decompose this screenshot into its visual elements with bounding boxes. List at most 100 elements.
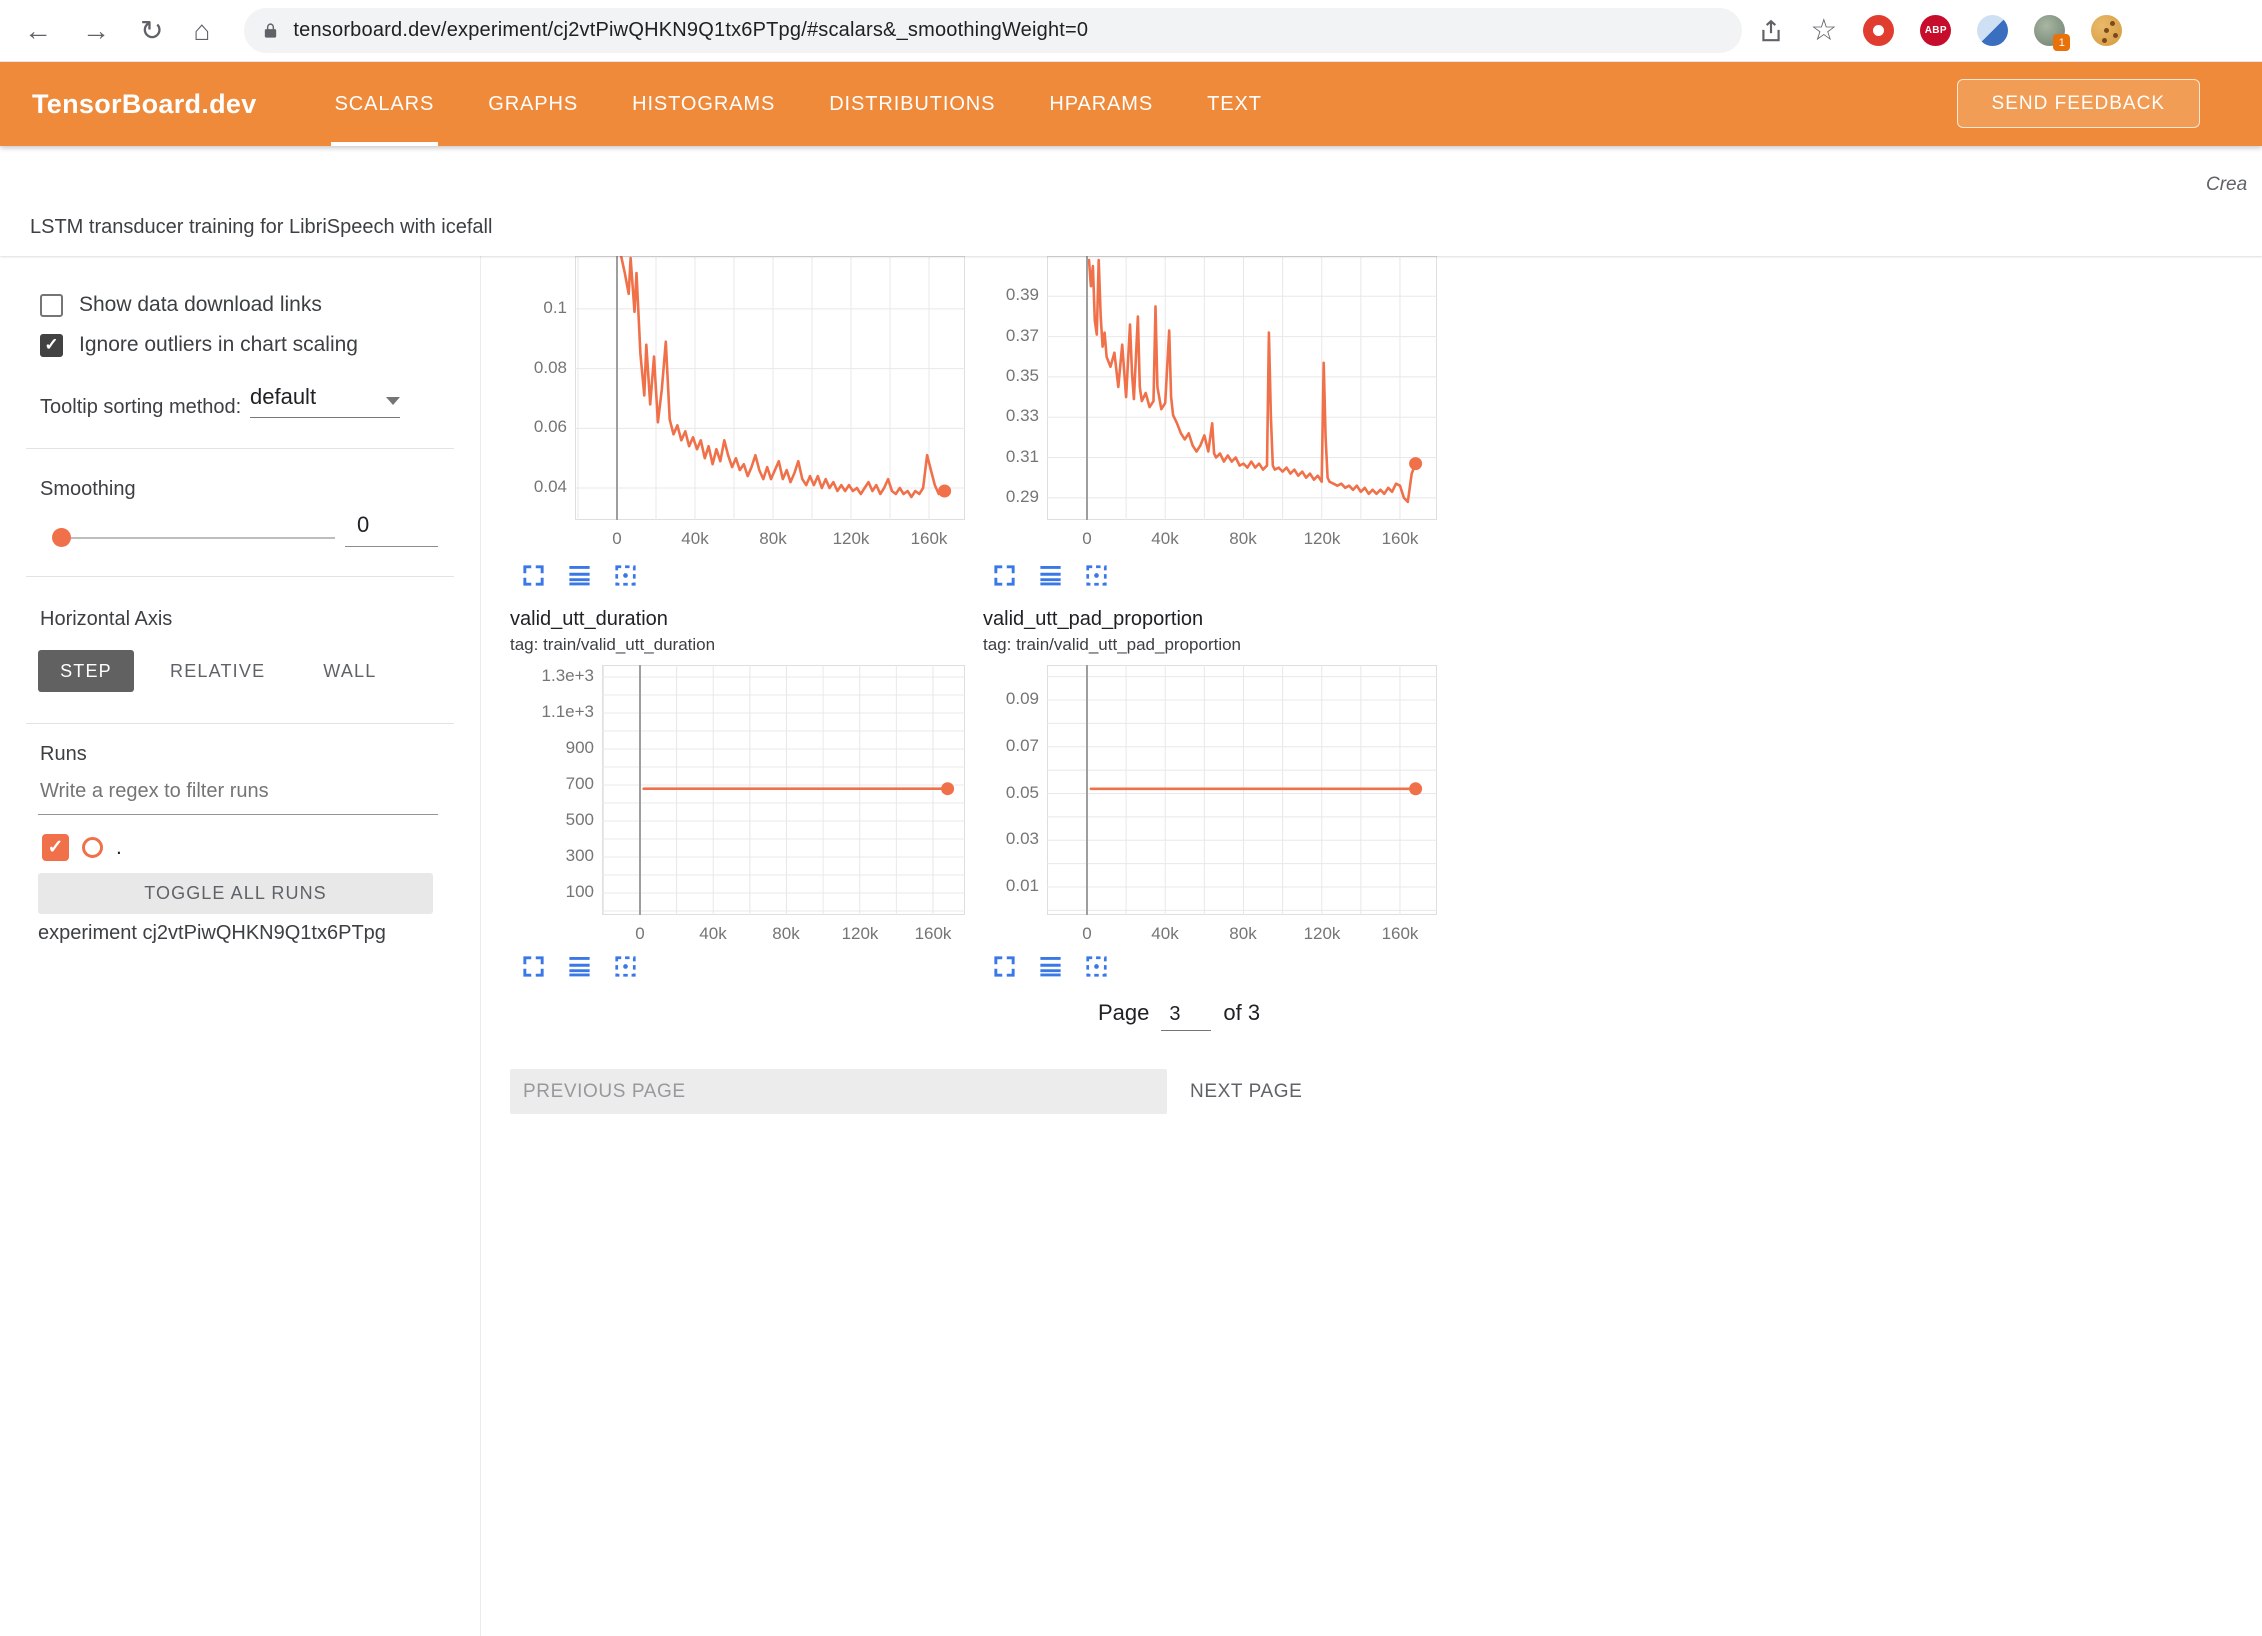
scalar-chart-plot[interactable]: 0.040.060.080.1040k80k120k160k bbox=[575, 256, 965, 520]
y-tick-label: 900 bbox=[516, 738, 594, 758]
fit-domain-button[interactable] bbox=[1083, 562, 1110, 589]
x-tick-label: 160k bbox=[1376, 924, 1424, 944]
toggle-all-runs-button[interactable]: TOGGLE ALL RUNS bbox=[38, 873, 433, 914]
browser-chrome: ← → ↻ ⌂ tensorboard.dev/experiment/cj2vt… bbox=[0, 0, 2262, 62]
chart-canvas[interactable] bbox=[575, 256, 965, 520]
tab-scalars[interactable]: SCALARS bbox=[331, 62, 439, 146]
horizontal-axis-buttons: STEP RELATIVE WALL bbox=[38, 650, 398, 692]
x-tick-label: 120k bbox=[827, 529, 875, 549]
app-header: TensorBoard.dev SCALARS GRAPHS HISTOGRAM… bbox=[0, 62, 2262, 146]
tab-text[interactable]: TEXT bbox=[1203, 62, 1266, 146]
fit-domain-button[interactable] bbox=[612, 953, 639, 980]
axis-relative-button[interactable]: RELATIVE bbox=[148, 650, 287, 692]
tab-distributions[interactable]: DISTRIBUTIONS bbox=[825, 62, 999, 146]
created-text-clipped: Crea bbox=[2206, 174, 2262, 196]
page-label: Page bbox=[1098, 1000, 1149, 1026]
horizontal-axis-label: Horizontal Axis bbox=[40, 608, 172, 631]
tab-histograms[interactable]: HISTOGRAMS bbox=[628, 62, 779, 146]
show-download-links-checkbox[interactable] bbox=[40, 294, 63, 317]
previous-page-button[interactable]: PREVIOUS PAGE bbox=[510, 1069, 1167, 1114]
next-page-button[interactable]: NEXT PAGE bbox=[1190, 1069, 1302, 1114]
x-tick-label: 0 bbox=[616, 924, 664, 944]
expand-chart-icon bbox=[991, 562, 1018, 589]
y-tick-label: 0.07 bbox=[961, 736, 1039, 756]
forward-icon[interactable]: → bbox=[82, 17, 110, 45]
y-tick-label: 0.06 bbox=[489, 417, 567, 437]
scalar-chart-plot[interactable]: 1003005007009001.1e+31.3e+3040k80k120k16… bbox=[602, 665, 965, 915]
log-scale-toggle-button[interactable] bbox=[566, 562, 593, 589]
url-bar[interactable]: tensorboard.dev/experiment/cj2vtPiwQHKN9… bbox=[244, 8, 1742, 53]
tooltip-sorting-select[interactable]: default bbox=[250, 384, 400, 418]
run-checkbox[interactable]: ✓ bbox=[42, 834, 69, 861]
send-feedback-button[interactable]: SEND FEEDBACK bbox=[1957, 79, 2200, 128]
x-tick-label: 80k bbox=[1219, 924, 1267, 944]
x-tick-label: 160k bbox=[1376, 529, 1424, 549]
chart-canvas[interactable] bbox=[1047, 665, 1437, 915]
x-tick-label: 120k bbox=[836, 924, 884, 944]
fit-domain-icon bbox=[1083, 562, 1110, 589]
log-scale-toggle-button[interactable] bbox=[1037, 953, 1064, 980]
axis-wall-button[interactable]: WALL bbox=[301, 650, 398, 692]
adblocker-extension-icon[interactable] bbox=[1863, 15, 1894, 46]
chart-header: valid_utt_duration tag: train/valid_utt_… bbox=[510, 608, 715, 655]
fit-domain-button[interactable] bbox=[1083, 953, 1110, 980]
brand-logo: TensorBoard.dev bbox=[32, 89, 257, 120]
expand-chart-button[interactable] bbox=[520, 562, 547, 589]
ignore-outliers-label: Ignore outliers in chart scaling bbox=[79, 333, 358, 357]
home-icon[interactable]: ⌂ bbox=[193, 17, 210, 45]
settings-sidebar: Show data download links ✓ Ignore outlie… bbox=[0, 256, 481, 1636]
runs-filter-input[interactable] bbox=[38, 780, 438, 815]
expand-chart-button[interactable] bbox=[991, 953, 1018, 980]
bookmark-star-icon[interactable]: ☆ bbox=[1810, 13, 1837, 48]
chart-canvas[interactable] bbox=[602, 665, 965, 915]
check-icon: ✓ bbox=[48, 836, 64, 859]
smoothing-value-input[interactable] bbox=[345, 512, 438, 547]
fit-domain-button[interactable] bbox=[612, 562, 639, 589]
axis-step-button[interactable]: STEP bbox=[38, 650, 134, 692]
y-tick-label: 1.1e+3 bbox=[516, 702, 594, 722]
cookie-extension-icon[interactable] bbox=[2091, 15, 2122, 46]
log-scale-toggle-icon bbox=[566, 562, 593, 589]
y-tick-label: 0.04 bbox=[489, 477, 567, 497]
tab-hparams[interactable]: HPARAMS bbox=[1045, 62, 1157, 146]
series-endpoint-dot bbox=[1409, 782, 1422, 795]
log-scale-toggle-icon bbox=[1037, 562, 1064, 589]
smoothing-slider-track[interactable] bbox=[55, 537, 335, 539]
share-icon[interactable] bbox=[1758, 18, 1784, 44]
log-scale-toggle-button[interactable] bbox=[1037, 562, 1064, 589]
check-icon: ✓ bbox=[44, 335, 58, 355]
x-tick-label: 80k bbox=[749, 529, 797, 549]
log-scale-toggle-button[interactable] bbox=[566, 953, 593, 980]
expand-chart-button[interactable] bbox=[991, 562, 1018, 589]
chart-header: valid_utt_pad_proportion tag: train/vali… bbox=[983, 608, 1241, 655]
chart-canvas[interactable] bbox=[1047, 256, 1437, 520]
x-tick-label: 40k bbox=[689, 924, 737, 944]
x-tick-label: 40k bbox=[1141, 924, 1189, 944]
run-color-swatch[interactable] bbox=[82, 837, 103, 858]
page-number-input[interactable] bbox=[1161, 1001, 1211, 1031]
experiment-description: LSTM transducer training for LibriSpeech… bbox=[30, 216, 492, 239]
abp-extension-icon[interactable]: ABP bbox=[1920, 15, 1951, 46]
y-tick-label: 0.39 bbox=[961, 285, 1039, 305]
expand-chart-button[interactable] bbox=[520, 953, 547, 980]
ignore-outliers-checkbox[interactable]: ✓ bbox=[40, 334, 63, 357]
chart-action-buttons bbox=[991, 562, 1110, 589]
pagination: Page of 3 bbox=[1098, 1000, 1260, 1031]
reload-icon[interactable]: ↻ bbox=[140, 17, 163, 45]
experiment-subheader: Crea LSTM transducer training for LibriS… bbox=[0, 146, 2262, 256]
tooltip-sorting-label: Tooltip sorting method: bbox=[40, 396, 241, 419]
tab-graphs[interactable]: GRAPHS bbox=[484, 62, 582, 146]
back-icon[interactable]: ← bbox=[24, 17, 52, 45]
series-endpoint-dot bbox=[941, 782, 954, 795]
scalar-chart-plot[interactable]: 0.290.310.330.350.370.39040k80k120k160k bbox=[1047, 256, 1437, 520]
url-text: tensorboard.dev/experiment/cj2vtPiwQHKN9… bbox=[293, 19, 1088, 42]
smoothing-slider-thumb[interactable] bbox=[52, 528, 71, 547]
extension-with-badge-icon[interactable]: 1 bbox=[2034, 15, 2065, 46]
scalar-chart-plot[interactable]: 0.010.030.050.070.09040k80k120k160k bbox=[1047, 665, 1437, 915]
x-tick-label: 120k bbox=[1298, 924, 1346, 944]
blue-extension-icon[interactable] bbox=[1977, 15, 2008, 46]
chart-action-buttons bbox=[520, 953, 639, 980]
show-download-links-label: Show data download links bbox=[79, 293, 322, 317]
x-tick-label: 0 bbox=[1063, 529, 1111, 549]
series-endpoint-dot bbox=[938, 485, 951, 498]
